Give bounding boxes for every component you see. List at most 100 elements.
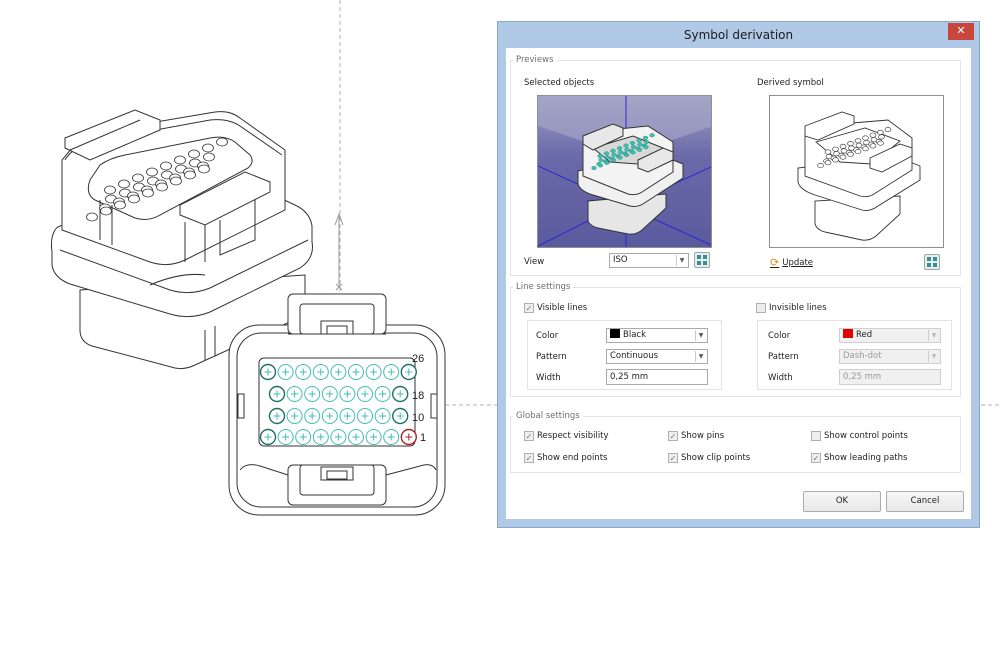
iso-hole (174, 155, 186, 165)
derived-hole (854, 138, 862, 144)
iso-hole (216, 137, 228, 147)
3d-pin (642, 135, 649, 140)
cancel-button[interactable]: Cancel (886, 491, 964, 512)
visible-color-select[interactable]: Black ▼ (606, 328, 708, 343)
derived-hole (862, 135, 869, 141)
global-settings-group-label: Global settings (513, 411, 583, 421)
show-control-points-checkbox[interactable]: Show control points (811, 431, 908, 441)
pin (383, 429, 400, 445)
ok-button[interactable]: OK (803, 491, 881, 512)
pin (312, 429, 329, 445)
3d-pin (636, 147, 643, 152)
pin (374, 408, 391, 424)
visible-width-value: 0,25 mm (610, 372, 649, 382)
derived-hole (824, 149, 832, 155)
pin-label-26: 26 (412, 353, 424, 365)
front-view-connector-drawing[interactable] (228, 293, 446, 516)
visible-width-input[interactable]: 0,25 mm (606, 369, 708, 385)
pin (330, 364, 347, 380)
derived-symbol-render (797, 111, 921, 241)
symbol-derivation-dialog: Symbol derivation ✕ Previews Selected ob… (497, 21, 980, 528)
show-control-points-label: Show control points (824, 431, 908, 441)
close-button[interactable]: ✕ (948, 23, 974, 40)
chevron-down-icon: ▼ (695, 351, 706, 362)
zoom-fit-button-selected[interactable] (694, 252, 710, 268)
checkmark-icon: ✓ (524, 453, 534, 463)
derived-symbol-viewport[interactable] (769, 95, 944, 248)
3d-pin (603, 151, 610, 156)
show-leading-paths-checkbox[interactable]: ✓ Show leading paths (811, 453, 907, 463)
respect-visibility-checkbox[interactable]: ✓ Respect visibility (524, 431, 609, 441)
invisible-color-label: Color (768, 331, 791, 341)
3d-pin (597, 163, 604, 168)
pin (339, 386, 356, 402)
3d-pin (604, 155, 611, 160)
3d-pin (597, 154, 603, 159)
selected-objects-3d-viewport[interactable] (537, 95, 712, 248)
update-link[interactable]: ⟳ Update (770, 256, 813, 269)
derived-hole (877, 129, 884, 135)
derived-hole (839, 154, 847, 160)
visible-pattern-value: Continuous (610, 351, 659, 361)
invisible-pattern-value: Dash-dot (843, 351, 882, 361)
3d-pin (630, 150, 636, 155)
chevron-down-icon: ▼ (928, 330, 939, 341)
3d-pin (637, 142, 643, 147)
derived-hole (877, 140, 884, 146)
3d-pin (591, 165, 597, 170)
3d-pin (617, 150, 624, 155)
zoom-fit-icon (697, 255, 707, 265)
pin (348, 429, 364, 445)
invisible-color-select[interactable]: Red ▼ (839, 328, 941, 343)
pin (357, 408, 373, 424)
pin (374, 386, 391, 402)
3d-pin (610, 158, 617, 163)
iso-hole (128, 194, 140, 204)
pin (312, 364, 329, 380)
3d-pin (643, 145, 649, 150)
color-swatch-black (610, 329, 620, 338)
iso-hole (188, 149, 200, 159)
global-settings-group (510, 416, 961, 473)
pin (259, 363, 277, 381)
visible-color-value: Black (623, 330, 646, 340)
3d-pin (629, 141, 636, 146)
chevron-down-icon: ▼ (676, 255, 687, 266)
invisible-pattern-select[interactable]: Dash-dot ▼ (839, 349, 941, 364)
checkmark-icon: ✓ (811, 453, 821, 463)
view-select[interactable]: ISO ▼ (609, 253, 689, 268)
3d-pin (636, 138, 642, 143)
iso-hole (114, 200, 126, 210)
pin (330, 429, 347, 445)
iso-hole (160, 161, 172, 171)
iso-hole (100, 206, 112, 216)
visible-pattern-select[interactable]: Continuous ▼ (606, 349, 708, 364)
derived-hole (824, 160, 832, 166)
derived-symbol-label: Derived symbol (757, 78, 824, 88)
3d-pin (616, 146, 623, 151)
3d-pin (604, 160, 610, 165)
show-end-points-checkbox[interactable]: ✓ Show end points (524, 453, 607, 463)
iso-hole (146, 167, 158, 177)
invisible-lines-checkbox[interactable]: Invisible lines (756, 303, 827, 313)
chevron-down-icon: ▼ (695, 330, 706, 341)
iso-hole (202, 143, 214, 153)
derived-hole (832, 157, 839, 163)
iso-hole (118, 179, 130, 189)
derived-hole (869, 143, 877, 149)
visible-lines-checkbox[interactable]: ✓ Visible lines (524, 303, 587, 313)
zoom-fit-button-derived[interactable] (924, 254, 940, 270)
show-pins-checkbox[interactable]: ✓ Show pins (668, 431, 724, 441)
dialog-title: Symbol derivation (683, 28, 794, 42)
derived-hole (878, 134, 885, 140)
show-clip-points-checkbox[interactable]: ✓ Show clip points (668, 453, 750, 463)
invisible-width-input[interactable]: 0,25 mm (839, 369, 941, 385)
iso-hole (142, 188, 154, 198)
invisible-lines-label: Invisible lines (769, 303, 827, 313)
visible-color-label: Color (536, 331, 559, 341)
3d-pin (617, 155, 623, 160)
3d-pin (649, 133, 655, 138)
dialog-titlebar[interactable]: Symbol derivation ✕ (498, 22, 979, 48)
derived-hole (839, 143, 847, 149)
pin (348, 364, 364, 380)
